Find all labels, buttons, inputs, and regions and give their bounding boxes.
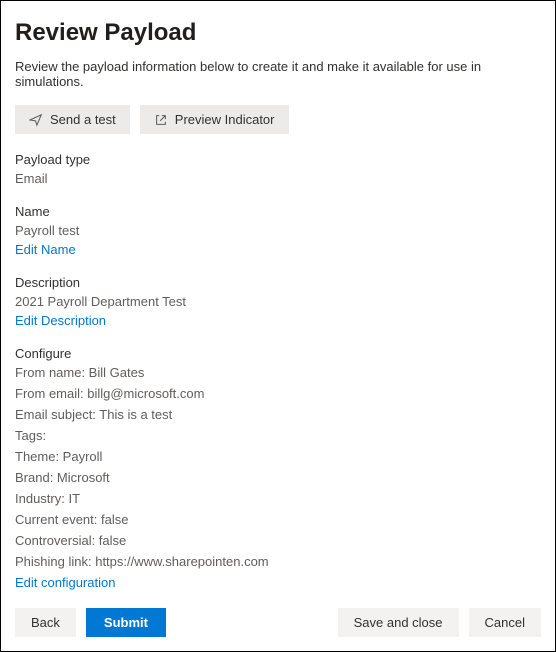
submit-button[interactable]: Submit [86, 608, 166, 637]
name-value: Payroll test [15, 223, 541, 238]
page-subtitle: Review the payload information below to … [15, 59, 541, 89]
save-close-button[interactable]: Save and close [338, 608, 459, 637]
configure-phishing-link: Phishing link: https://www.sharepointen.… [15, 554, 541, 569]
configure-from-email: From email: billg@microsoft.com [15, 386, 541, 401]
edit-description-link[interactable]: Edit Description [15, 313, 106, 328]
external-icon [154, 113, 168, 127]
description-label: Description [15, 275, 541, 290]
configure-theme: Theme: Payroll [15, 449, 541, 464]
configure-current-event: Current event: false [15, 512, 541, 527]
cancel-button[interactable]: Cancel [469, 608, 541, 637]
payload-type-label: Payload type [15, 152, 541, 167]
name-label: Name [15, 204, 541, 219]
action-row: Send a test Preview Indicator [15, 105, 541, 134]
description-value: 2021 Payroll Department Test [15, 294, 541, 309]
preview-indicator-button[interactable]: Preview Indicator [140, 105, 289, 134]
preview-indicator-label: Preview Indicator [175, 112, 275, 127]
send-test-label: Send a test [50, 112, 116, 127]
send-test-button[interactable]: Send a test [15, 105, 130, 134]
name-section: Name Payroll test Edit Name [15, 204, 541, 257]
configure-industry: Industry: IT [15, 491, 541, 506]
back-button[interactable]: Back [15, 608, 76, 637]
configure-brand: Brand: Microsoft [15, 470, 541, 485]
configure-section: Configure From name: Bill Gates From ema… [15, 346, 541, 590]
page-title: Review Payload [15, 19, 541, 47]
configure-label: Configure [15, 346, 541, 361]
configure-from-name: From name: Bill Gates [15, 365, 541, 380]
description-section: Description 2021 Payroll Department Test… [15, 275, 541, 328]
send-icon [29, 113, 43, 127]
configure-tags: Tags: [15, 428, 541, 443]
edit-configuration-link[interactable]: Edit configuration [15, 575, 115, 590]
payload-type-value: Email [15, 171, 541, 186]
configure-controversial: Controversial: false [15, 533, 541, 548]
footer: Back Submit Save and close Cancel [15, 594, 541, 637]
edit-name-link[interactable]: Edit Name [15, 242, 76, 257]
configure-subject: Email subject: This is a test [15, 407, 541, 422]
payload-type-section: Payload type Email [15, 152, 541, 186]
